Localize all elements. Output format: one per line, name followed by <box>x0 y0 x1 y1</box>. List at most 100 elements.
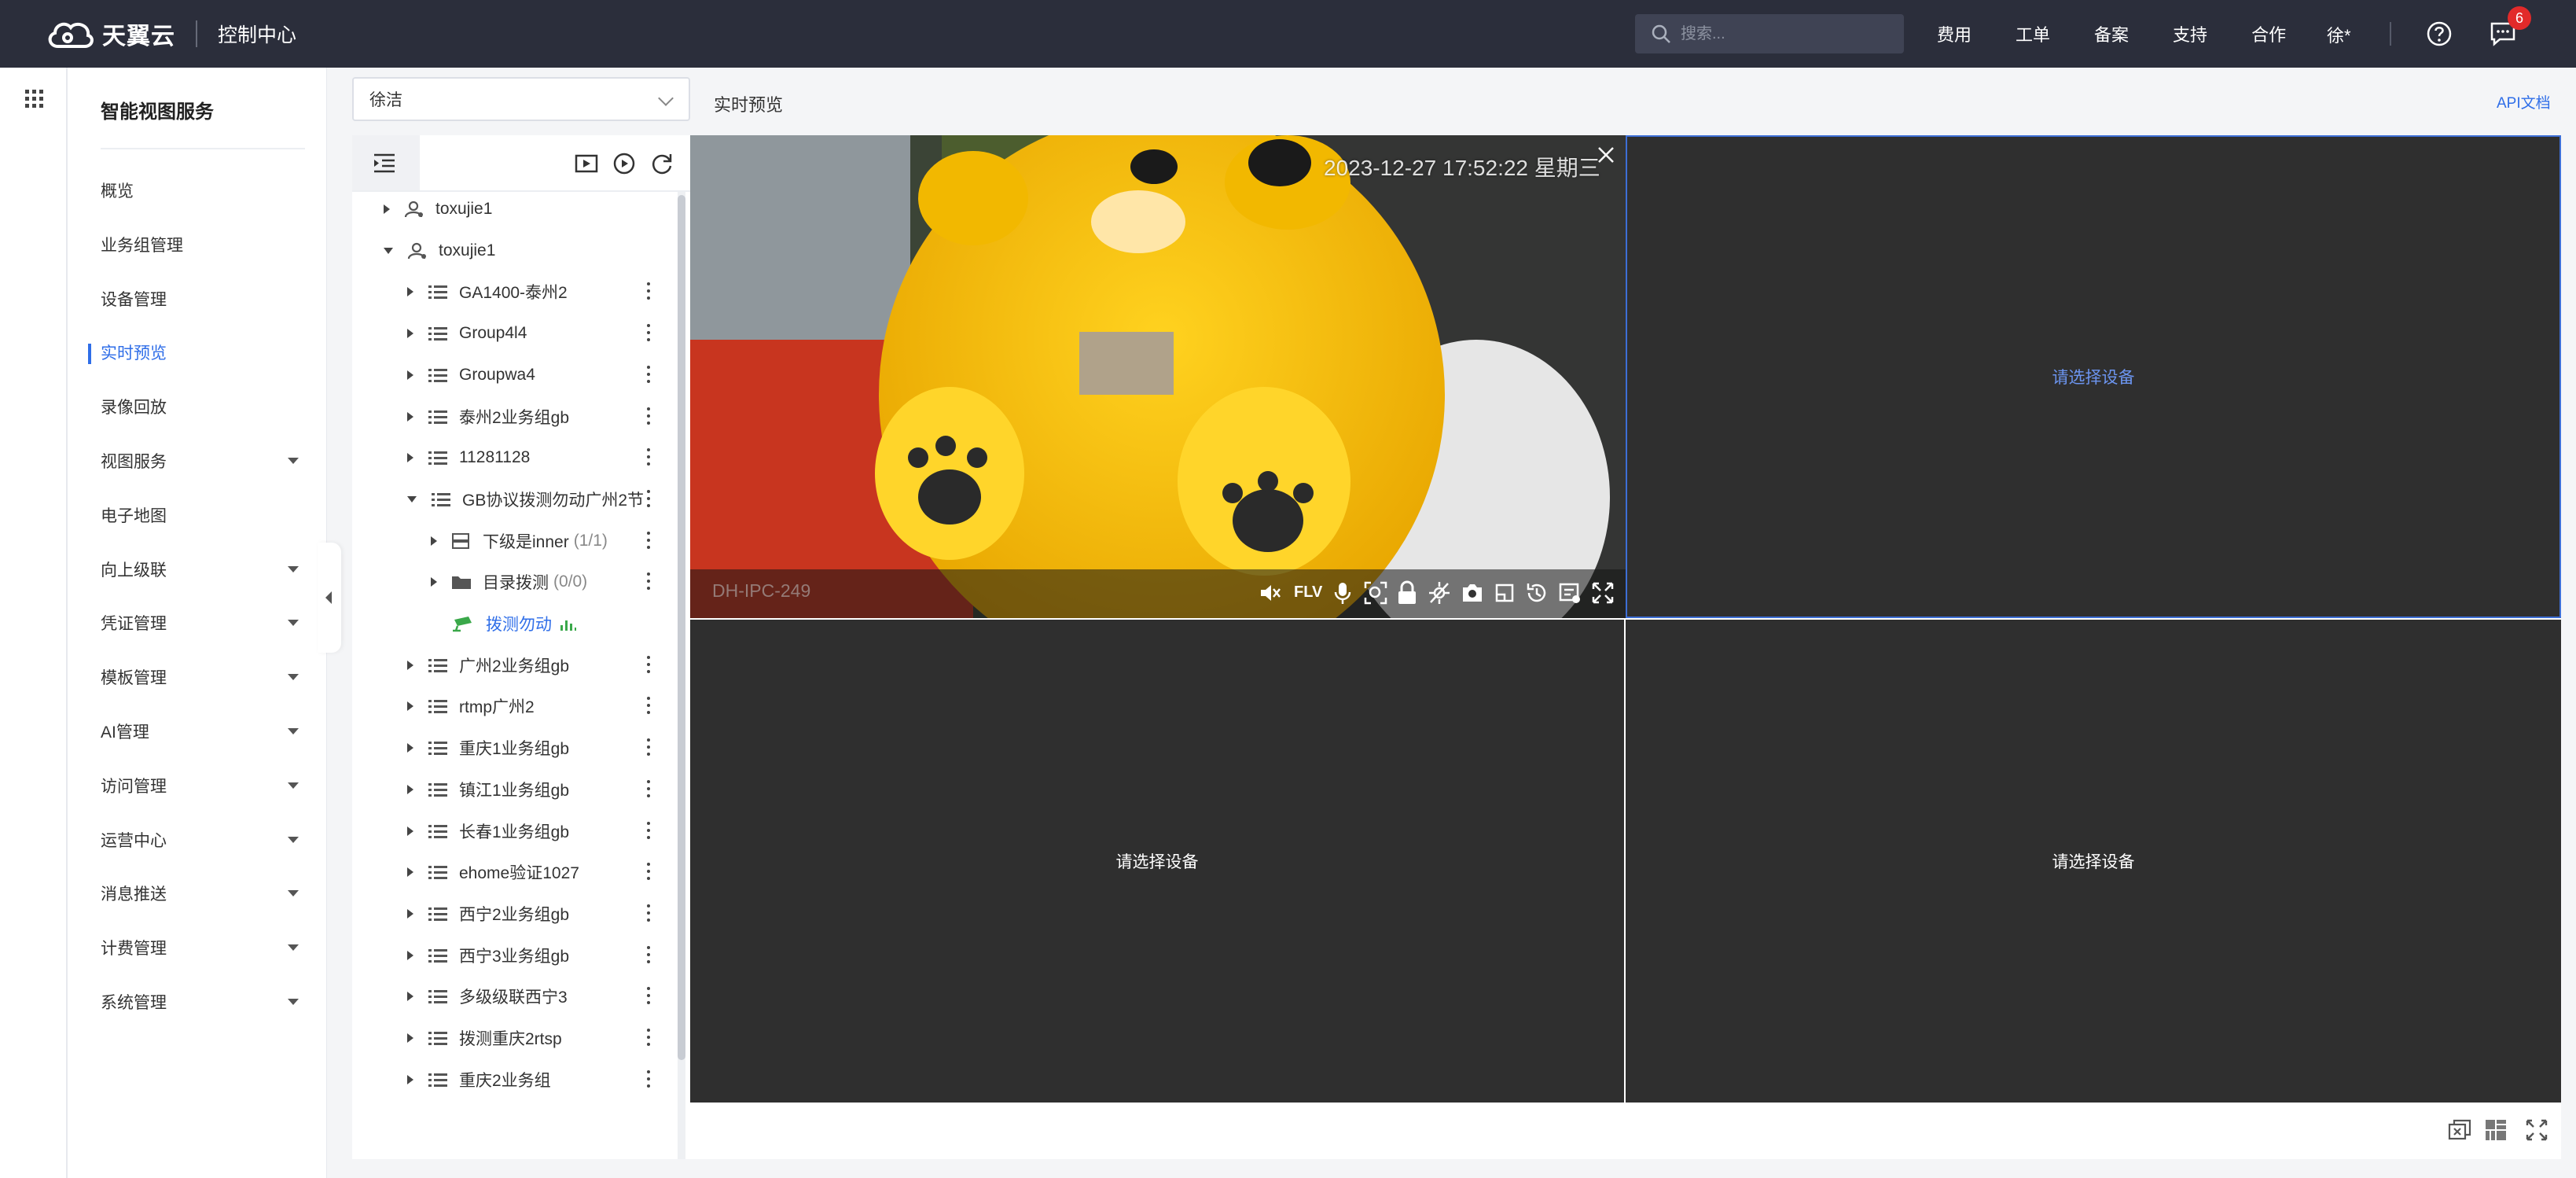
tree-node[interactable]: 11281128 <box>407 439 530 477</box>
collapse-tree-button[interactable] <box>352 135 420 190</box>
tree-node[interactable]: 长春1业务组gb <box>407 812 569 850</box>
refresh-icon[interactable] <box>649 151 674 176</box>
tree-node[interactable]: 重庆1业务组gb <box>407 729 569 767</box>
stream-format-toggle[interactable]: FLV <box>1294 583 1322 602</box>
nav-filing[interactable]: 备案 <box>2094 21 2129 46</box>
close-all-icon[interactable] <box>2448 1118 2471 1142</box>
video-cell-4[interactable]: 请选择设备 <box>1626 620 2561 1103</box>
more-options-icon[interactable] <box>646 407 651 426</box>
caret-right-icon[interactable] <box>407 411 413 422</box>
sidebar-item[interactable]: AI管理 <box>101 716 307 747</box>
tree-node[interactable]: toxujie1 <box>384 232 495 270</box>
tree-node[interactable]: 广州2业务组gb <box>407 646 569 684</box>
org-select[interactable]: 徐洁 <box>352 77 690 121</box>
sidebar-item[interactable]: 设备管理 <box>101 283 307 315</box>
nav-support[interactable]: 支持 <box>2173 21 2207 46</box>
caret-down-icon[interactable] <box>384 247 393 254</box>
caret-right-icon[interactable] <box>407 329 413 339</box>
sidebar-item[interactable]: 概览 <box>101 175 307 206</box>
more-options-icon[interactable] <box>646 987 651 1006</box>
more-options-icon[interactable] <box>646 489 651 509</box>
sidebar-item[interactable]: 凭证管理 <box>101 607 307 639</box>
tree-node[interactable]: 镇江1业务组gb <box>407 771 569 808</box>
snapshot-icon[interactable] <box>1461 580 1484 606</box>
lock-icon[interactable] <box>1396 580 1418 606</box>
more-options-icon[interactable] <box>646 945 651 965</box>
live-video-cell[interactable]: 2023-12-27 17:52:22 星期三 DH-IPC-249 FLV <box>690 135 1626 618</box>
tree-node[interactable]: toxujie1 <box>384 190 492 228</box>
more-options-icon[interactable] <box>646 655 651 675</box>
video-cell-3[interactable]: 请选择设备 <box>690 620 1624 1103</box>
apps-grid-icon[interactable] <box>25 90 44 109</box>
more-options-icon[interactable] <box>646 572 651 591</box>
brand-logo[interactable]: 天翼云 <box>44 17 175 51</box>
fullscreen-grid-icon[interactable] <box>2525 1118 2548 1142</box>
help-icon[interactable] <box>2426 20 2453 47</box>
caret-right-icon[interactable] <box>407 1033 413 1043</box>
sidebar-item[interactable]: 录像回放 <box>101 391 307 422</box>
tree-node[interactable]: GB协议拨测勿动广州2节 <box>407 480 644 518</box>
ptz-off-icon[interactable] <box>1428 580 1451 606</box>
video-cell-2[interactable]: 请选择设备 <box>1626 135 2561 618</box>
more-options-icon[interactable] <box>646 365 651 385</box>
history-icon[interactable] <box>1525 580 1549 606</box>
microphone-icon[interactable] <box>1333 580 1352 606</box>
caret-right-icon[interactable] <box>407 370 413 380</box>
more-options-icon[interactable] <box>646 448 651 467</box>
caret-right-icon[interactable] <box>407 1074 413 1084</box>
sidebar-item[interactable]: 系统管理 <box>101 986 307 1018</box>
tree-node[interactable]: 泰州2业务组gb <box>407 398 569 436</box>
tree-node[interactable]: 多级级联西宁3 <box>407 977 568 1015</box>
tree-node[interactable]: Group4l4 <box>407 315 527 352</box>
layout-icon[interactable] <box>2484 1118 2508 1142</box>
caret-right-icon[interactable] <box>407 784 413 794</box>
search-box[interactable] <box>1635 14 1904 53</box>
tree-scrollbar-thumb[interactable] <box>678 195 685 1060</box>
caret-right-icon[interactable] <box>407 992 413 1002</box>
more-options-icon[interactable] <box>646 324 651 343</box>
tree-node[interactable]: 目录拨测 (0/0) <box>431 563 587 601</box>
sidebar-item[interactable]: 运营中心 <box>101 824 307 856</box>
tree-node[interactable]: rtmp广州2 <box>407 687 535 725</box>
caret-right-icon[interactable] <box>431 536 437 546</box>
info-panel-icon[interactable] <box>1558 580 1582 606</box>
more-options-icon[interactable] <box>646 738 651 757</box>
caret-right-icon[interactable] <box>431 577 437 587</box>
mute-icon[interactable] <box>1258 580 1281 606</box>
sidebar-item[interactable]: 模板管理 <box>101 661 307 693</box>
sidebar-item[interactable]: 向上级联 <box>101 554 307 585</box>
nav-partner[interactable]: 合作 <box>2251 21 2286 46</box>
more-options-icon[interactable] <box>646 1069 651 1089</box>
tree-node[interactable]: GA1400-泰州2 <box>407 273 568 311</box>
live-play-icon[interactable] <box>574 151 599 176</box>
tree-node[interactable]: ehome验证1027 <box>407 853 579 891</box>
caret-right-icon[interactable] <box>407 826 413 836</box>
nav-tickets[interactable]: 工单 <box>2016 21 2050 46</box>
tree-node[interactable]: 下级是inner (1/1) <box>431 522 608 560</box>
more-options-icon[interactable] <box>646 863 651 882</box>
tree-node[interactable]: 重庆2业务组 <box>407 1061 551 1099</box>
caret-right-icon[interactable] <box>407 950 413 960</box>
more-options-icon[interactable] <box>646 282 651 301</box>
caret-down-icon[interactable] <box>407 495 417 502</box>
collapse-sidebar-button[interactable] <box>318 543 341 653</box>
more-options-icon[interactable] <box>646 531 651 550</box>
search-input[interactable] <box>1681 24 1885 43</box>
zoom-icon[interactable] <box>1363 580 1388 606</box>
user-menu[interactable]: 徐* <box>2327 22 2351 47</box>
caret-right-icon[interactable] <box>407 453 413 463</box>
caret-right-icon[interactable] <box>407 743 413 753</box>
api-docs-link[interactable]: API文档 <box>2497 91 2551 112</box>
sidebar-item[interactable]: 电子地图 <box>101 499 307 531</box>
more-options-icon[interactable] <box>646 821 651 841</box>
caret-right-icon[interactable] <box>407 867 413 878</box>
caret-right-icon[interactable] <box>407 287 413 297</box>
sidebar-item[interactable]: 视图服务 <box>101 445 307 477</box>
playback-icon[interactable] <box>612 151 637 176</box>
sidebar-item[interactable]: 计费管理 <box>101 932 307 963</box>
sidebar-item[interactable]: 访问管理 <box>101 770 307 801</box>
record-clip-icon[interactable] <box>1494 580 1516 606</box>
caret-right-icon[interactable] <box>384 204 390 214</box>
more-options-icon[interactable] <box>646 697 651 716</box>
more-options-icon[interactable] <box>646 779 651 799</box>
